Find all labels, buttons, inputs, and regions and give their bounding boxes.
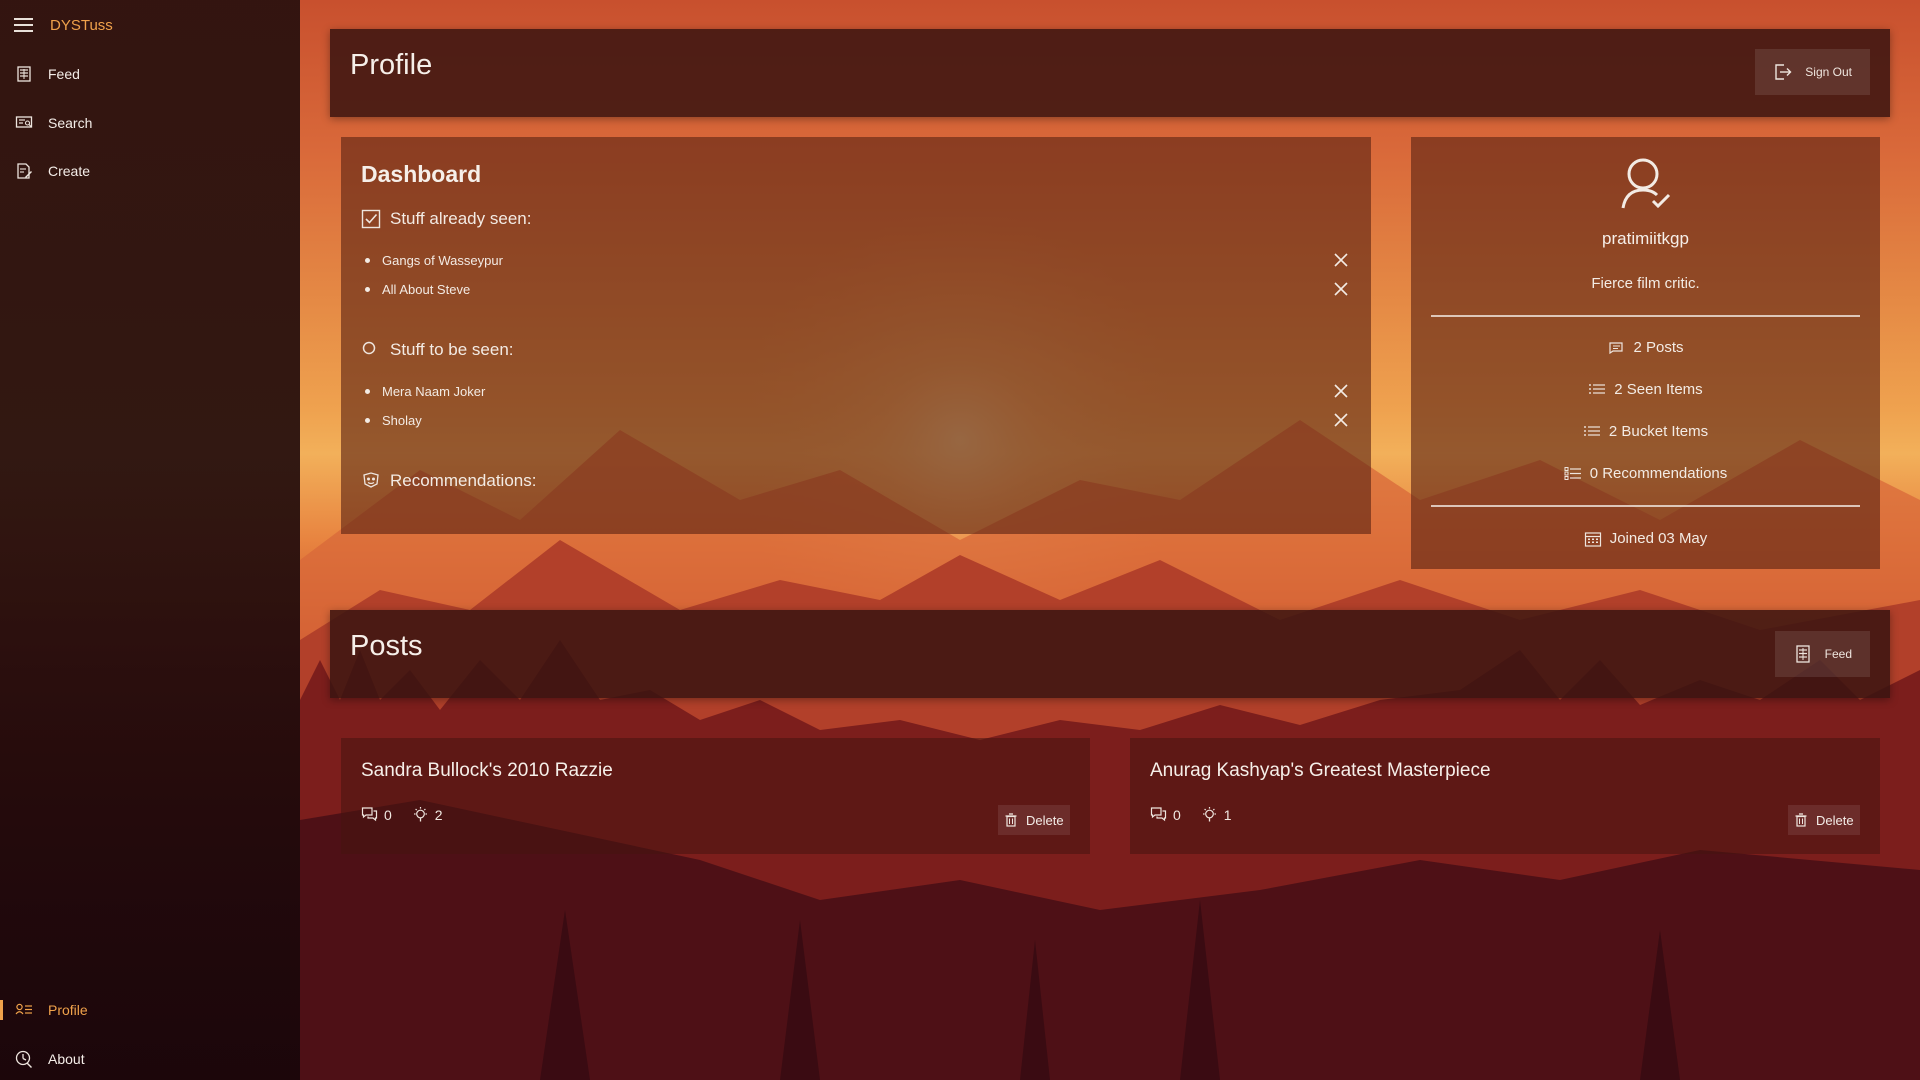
sidebar-item-about[interactable]: About	[0, 1039, 300, 1079]
recommendations-stat: 0 Recommendations	[1411, 465, 1880, 482]
to-see-section-header: Stuff to be seen:	[361, 340, 514, 360]
create-icon	[17, 163, 32, 179]
feed-button[interactable]: Feed	[1774, 631, 1870, 677]
sidebar-item-label: Profile	[48, 1002, 88, 1018]
list-item: Sholay	[365, 409, 1350, 431]
list-item-text: Gangs of Wasseypur	[382, 252, 503, 268]
delete-post-button[interactable]: Delete	[998, 805, 1070, 835]
sidebar-item-label: About	[48, 1051, 85, 1067]
dashboard-card: Dashboard Stuff already seen: Gangs of W…	[341, 137, 1371, 534]
comments-icon	[1150, 807, 1167, 822]
comments-icon	[361, 807, 378, 822]
bullet	[365, 286, 370, 292]
post-meta: 0 2	[361, 806, 463, 823]
user-check-icon	[1621, 158, 1671, 209]
sidebar-item-label: Feed	[48, 66, 80, 82]
recommendations-section-label: Recommendations:	[390, 471, 537, 490]
trash-icon	[1795, 813, 1807, 827]
posts-icon	[1609, 341, 1624, 354]
username: pratimiitkgp	[1602, 229, 1689, 248]
delete-post-button[interactable]: Delete	[1788, 805, 1860, 835]
seen-section-label: Stuff already seen:	[390, 209, 532, 228]
profile-icon	[15, 1003, 32, 1015]
profile-header: Profile Sign Out	[330, 29, 1890, 117]
post-title[interactable]: Sandra Bullock's 2010 Razzie	[361, 760, 613, 782]
remove-icon[interactable]	[1332, 411, 1350, 429]
dashboard-title: Dashboard	[361, 161, 482, 187]
sidebar-item-create[interactable]: Create	[0, 151, 300, 191]
joined-date-label: Joined 03 May	[1609, 530, 1708, 547]
remove-icon[interactable]	[1332, 280, 1350, 298]
recommendations-section-header: Recommendations:	[361, 471, 536, 491]
sign-out-label: Sign Out	[1805, 65, 1852, 79]
sidebar-item-search[interactable]: Search	[0, 103, 300, 143]
remove-icon[interactable]	[1332, 251, 1350, 269]
post-title[interactable]: Anurag Kashyap's Greatest Masterpiece	[1150, 760, 1491, 782]
trash-icon	[1005, 813, 1017, 827]
seen-items-stat: 2 Seen Items	[1411, 381, 1880, 398]
posts-stat: 2 Posts	[1411, 339, 1880, 356]
post-meta: 0 1	[1150, 806, 1252, 823]
seen-items-stat-label: 2 Seen Items	[1614, 381, 1703, 398]
list-item-text: All About Steve	[382, 281, 471, 297]
list-item: Mera Naam Joker	[365, 380, 1350, 402]
list-item: All About Steve	[365, 278, 1350, 300]
app-title: DYSTuss	[50, 16, 113, 34]
calendar-icon	[1584, 531, 1601, 547]
seen-section-header: Stuff already seen:	[361, 209, 531, 229]
sidebar-item-label: Search	[48, 115, 93, 131]
recommendations-stat-label: 0 Recommendations	[1589, 465, 1728, 482]
bucket-items-stat-label: 2 Bucket Items	[1608, 423, 1709, 440]
bullet	[365, 388, 370, 394]
feed-icon	[17, 66, 31, 82]
comment-count: 0	[384, 806, 392, 823]
post-card[interactable]: Anurag Kashyap's Greatest Masterpiece 0 …	[1130, 738, 1880, 854]
comment-count: 0	[1173, 806, 1181, 823]
like-bulb-icon	[413, 807, 427, 822]
bullet	[365, 417, 370, 423]
list-item: Gangs of Wasseypur	[365, 249, 1350, 271]
remove-icon[interactable]	[1332, 382, 1350, 400]
posts-stat-label: 2 Posts	[1633, 339, 1684, 356]
post-card[interactable]: Sandra Bullock's 2010 Razzie 0 2 Delete	[341, 738, 1090, 854]
delete-label: Delete	[1816, 812, 1854, 828]
list-item-text: Mera Naam Joker	[382, 383, 486, 399]
recommendations-icon	[363, 472, 379, 488]
sidebar: DYSTuss Feed Search Create Profile About	[0, 0, 300, 1080]
list-icon	[1583, 425, 1600, 436]
list-item-text: Sholay	[382, 412, 422, 428]
list-icon	[1589, 383, 1606, 394]
sign-out-button[interactable]: Sign Out	[1755, 49, 1870, 95]
sidebar-item-feed[interactable]: Feed	[0, 54, 300, 94]
sidebar-item-profile[interactable]: Profile	[0, 990, 300, 1030]
like-count: 2	[434, 806, 443, 823]
bucket-items-stat: 2 Bucket Items	[1411, 423, 1880, 440]
about-icon	[15, 1050, 32, 1068]
like-count: 1	[1223, 806, 1232, 823]
active-indicator	[0, 1000, 3, 1020]
sidebar-header: DYSTuss	[14, 13, 113, 37]
checkbox-checked-icon	[361, 209, 381, 229]
user-bio: Fierce film critic.	[1591, 275, 1700, 292]
radio-circle-icon	[362, 341, 376, 355]
posts-header: Posts Feed	[330, 610, 1890, 698]
divider	[1431, 315, 1860, 317]
to-see-section-label: Stuff to be seen:	[390, 340, 514, 359]
posts-title: Posts	[350, 630, 423, 662]
like-bulb-icon	[1202, 807, 1216, 822]
feed-button-label: Feed	[1824, 647, 1852, 661]
sidebar-item-label: Create	[48, 163, 91, 179]
sign-out-icon	[1775, 64, 1792, 80]
bullet	[365, 257, 370, 263]
hamburger-menu-icon[interactable]	[14, 18, 33, 32]
divider	[1431, 505, 1860, 507]
feed-icon	[1795, 645, 1810, 663]
bulleted-list-icon	[1564, 466, 1581, 480]
delete-label: Delete	[1026, 812, 1064, 828]
joined-date: Joined 03 May	[1411, 530, 1880, 547]
page-title: Profile	[350, 49, 433, 81]
profile-summary-card: pratimiitkgp Fierce film critic. 2 Posts…	[1411, 137, 1880, 569]
search-icon	[15, 116, 33, 128]
